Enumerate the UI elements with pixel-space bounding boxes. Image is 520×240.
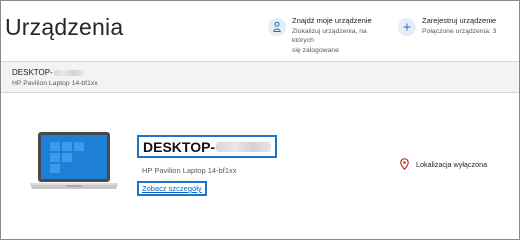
device-header-model: HP Pavilion Laptop 14-bf1xx [12,80,98,87]
register-device-title: Zarejestruj urządzenie [422,16,497,25]
find-device-description-line2: się zalogowane [292,46,339,54]
plus-icon [398,18,416,36]
find-device-title: Znajdź moje urządzenie [292,16,372,25]
see-details-link[interactable]: Zobacz szczegóły [137,181,207,196]
device-name: DESKTOP- [143,138,216,155]
person-location-icon [268,18,286,36]
redacted-text [216,141,272,152]
connected-devices-count: Połączone urządzenia: 3 [422,27,497,35]
device-header-name: DESKTOP- [12,68,53,77]
location-status[interactable]: Lokalizacja wyłączona [400,158,487,170]
divider [1,92,519,93]
page-title: Urządzenia [5,14,124,40]
location-pin-icon [400,158,409,170]
redacted-text [53,69,84,76]
register-device-button[interactable]: Zarejestruj urządzenie Połączone urządze… [398,16,516,36]
laptop-icon [30,132,118,189]
device-name-heading: DESKTOP- [137,135,278,158]
find-my-device-button[interactable]: Znajdź moje urządzenie Zlokalizuj urządz… [268,16,388,55]
location-status-label: Lokalizacja wyłączona [416,159,488,169]
device-header-name-row: DESKTOP- [12,68,84,77]
device-model: HP Pavilion Laptop 14-bf1xx [142,166,237,175]
find-device-description-line1: Zlokalizuj urządzenia, na których [292,27,367,45]
device-list-item-header[interactable]: DESKTOP- HP Pavilion Laptop 14-bf1xx [1,62,519,92]
